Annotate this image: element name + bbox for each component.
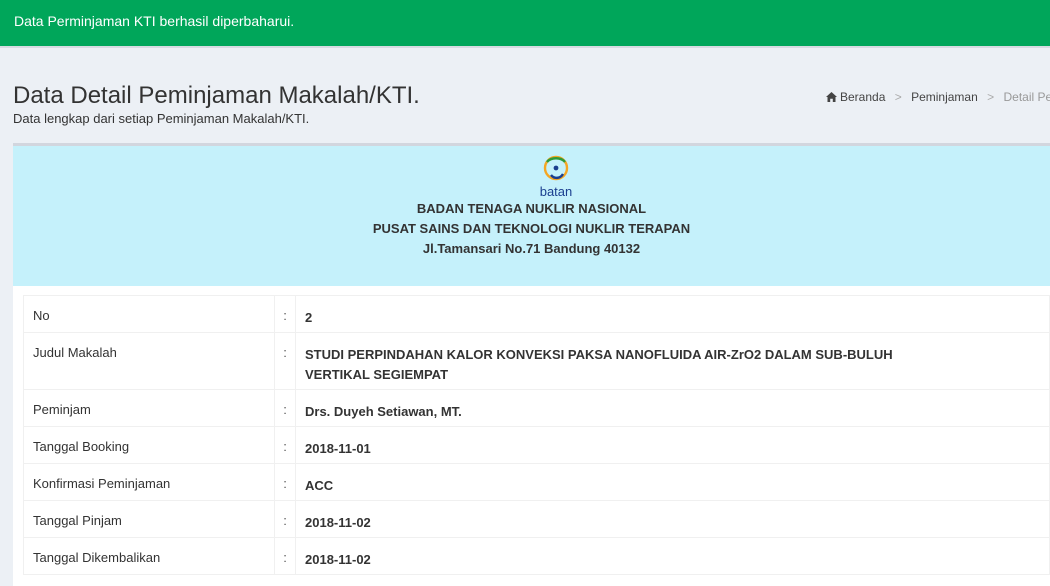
table-row: Peminjam : Drs. Duyeh Setiawan, MT. [23, 389, 1050, 427]
breadcrumb-home[interactable]: Beranda [826, 90, 889, 104]
detail-card: batan BADAN TENAGA NUKLIR NASIONAL PUSAT… [13, 143, 1050, 586]
row-separator: : [274, 500, 296, 538]
batan-logo: batan [540, 155, 573, 199]
org-name: BADAN TENAGA NUKLIR NASIONAL [416, 201, 647, 216]
row-label: Tanggal Booking [23, 426, 275, 464]
table-row: Tanggal Dikembalikan : 2018-11-02 [23, 537, 1050, 575]
org-address: Jl.Tamansari No.71 Bandung 40132 [422, 241, 641, 256]
row-separator: : [274, 332, 296, 390]
success-alert: Data Perminjaman KTI berhasil diperbahar… [0, 0, 1050, 46]
breadcrumb-item-current: Detail Pe [1003, 90, 1050, 104]
table-row: Konfirmasi Peminjaman : ACC [23, 463, 1050, 501]
page-subtitle: Data lengkap dari setiap Peminjaman Maka… [13, 111, 310, 126]
alert-divider [0, 46, 1050, 48]
row-separator: : [274, 295, 296, 333]
breadcrumb: Beranda > Peminjaman > Detail Pe [826, 90, 1050, 104]
row-value: 2018-11-02 [295, 537, 1050, 575]
row-value: 2018-11-01 [295, 426, 1050, 464]
row-separator: : [274, 389, 296, 427]
row-value: 2018-11-02 [295, 500, 1050, 538]
breadcrumb-separator: > [987, 90, 995, 104]
breadcrumb-home-label: Beranda [840, 90, 886, 104]
table-row: Tanggal Booking : 2018-11-01 [23, 426, 1050, 464]
table-row: No : 2 [23, 295, 1050, 333]
row-label: Tanggal Dikembalikan [23, 537, 275, 575]
alert-message: Data Perminjaman KTI berhasil diperbahar… [14, 13, 295, 29]
row-separator: : [274, 537, 296, 575]
row-value: 2 [295, 295, 1050, 333]
page-title: Data Detail Peminjaman Makalah/KTI. [13, 82, 420, 109]
table-row: Tanggal Pinjam : 2018-11-02 [23, 500, 1050, 538]
breadcrumb-item-peminjaman[interactable]: Peminjaman [911, 90, 978, 104]
breadcrumb-separator: > [894, 90, 902, 104]
page-header: Data Detail Peminjaman Makalah/KTI. Data… [13, 82, 420, 127]
row-value: ACC [295, 463, 1050, 501]
row-separator: : [274, 426, 296, 464]
table-row: Judul Makalah : STUDI PERPINDAHAN KALOR … [23, 332, 1050, 390]
row-value: Drs. Duyeh Setiawan, MT. [295, 389, 1050, 427]
org-unit: PUSAT SAINS DAN TEKNOLOGI NUKLIR TERAPAN [372, 221, 691, 236]
row-value: STUDI PERPINDAHAN KALOR KONVEKSI PAKSA N… [295, 332, 1050, 390]
row-separator: : [274, 463, 296, 501]
detail-table: No : 2 Judul Makalah : STUDI PERPINDAHAN… [23, 295, 1050, 575]
org-header: batan BADAN TENAGA NUKLIR NASIONAL PUSAT… [13, 146, 1050, 286]
row-label: Tanggal Pinjam [23, 500, 275, 538]
row-label: Konfirmasi Peminjaman [23, 463, 275, 501]
row-label: No [23, 295, 275, 333]
logo-text: batan [540, 184, 573, 199]
row-label: Peminjam [23, 389, 275, 427]
row-label: Judul Makalah [23, 332, 275, 390]
home-icon [826, 92, 837, 102]
